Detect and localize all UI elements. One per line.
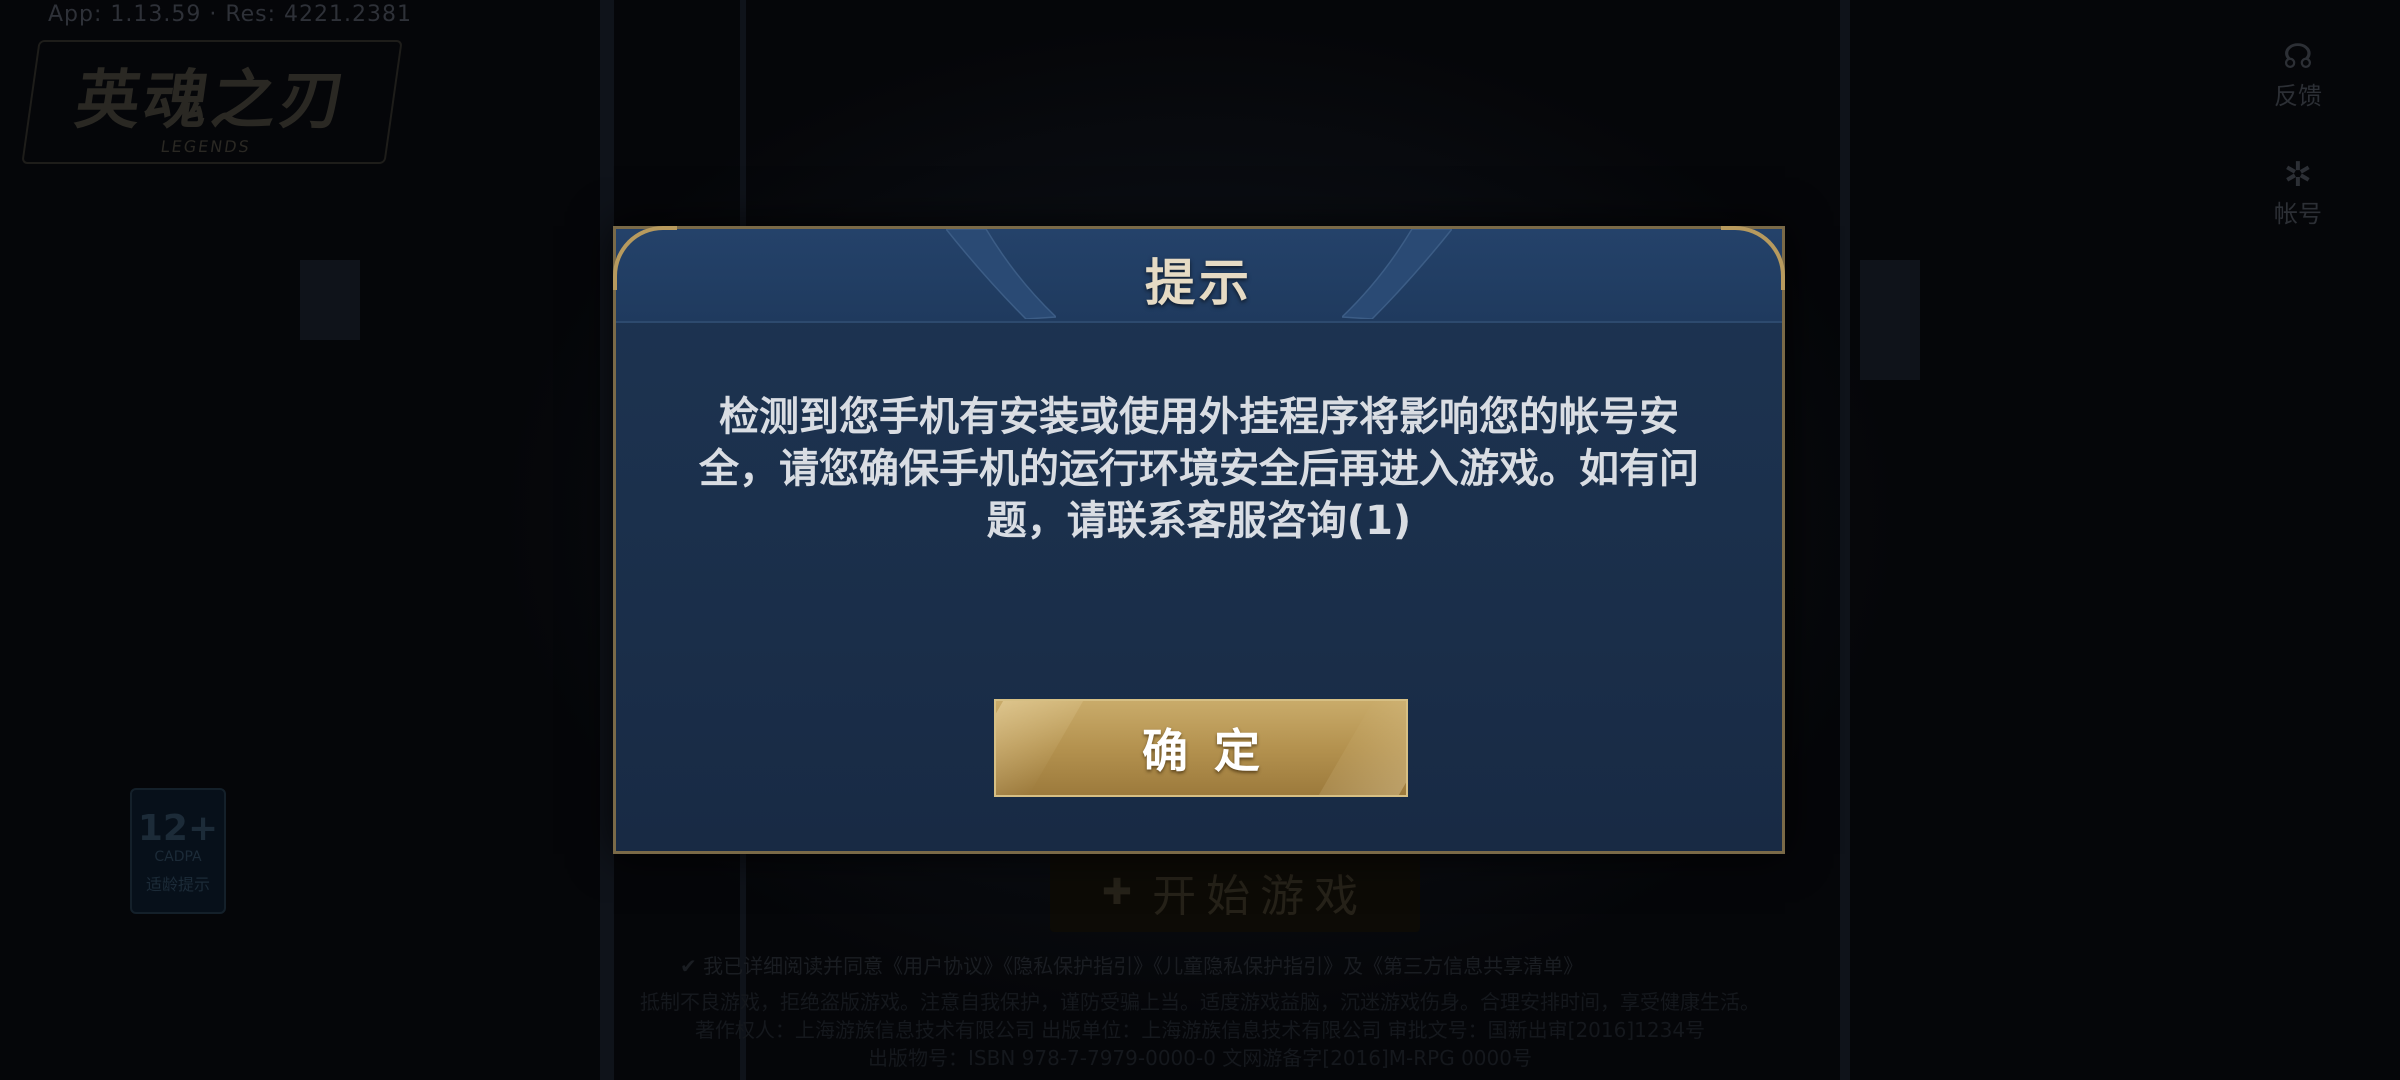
age-rating-badge[interactable]: 12+ CADPA 适龄提示 [130, 788, 226, 914]
agreement-text: 我已详细阅读并同意《用户协议》《隐私保护指引》《儿童隐私保护指引》及《第三方信息… [703, 954, 1584, 978]
background-pillar [600, 0, 614, 1080]
logo-title: 英魂之刃 [71, 62, 354, 138]
alert-dialog: 提示 检测到您手机有安装或使用外挂程序将影响您的帐号安全，请您确保手机的运行环境… [613, 226, 1785, 854]
start-game-button[interactable]: ✚ 开始游戏 [1050, 852, 1420, 932]
age-rating-org: CADPA [154, 849, 202, 865]
fine-print-line: 抵制不良游戏，拒绝盗版游戏。注意自我保护，谨防受骗上当。适度游戏益脑，沉迷游戏伤… [640, 990, 1760, 1014]
feedback-label: 反馈 [2274, 82, 2322, 110]
game-logo: 英魂之刃 LEGENDS [21, 40, 403, 164]
age-rating: 12+ [137, 808, 219, 849]
feedback-button[interactable]: ☊ 反馈 [2268, 38, 2328, 111]
version-text: App: 1.13.59 · Res: 4221.2381 [48, 2, 413, 27]
legal-fine-print: 抵制不良游戏，拒绝盗版游戏。注意自我保护，谨防受骗上当。适度游戏益脑，沉迷游戏伤… [420, 988, 1980, 1072]
headset-icon: ☊ [2282, 37, 2314, 77]
fine-print-line: 著作权人：上海游族信息技术有限公司 出版单位：上海游族信息技术有限公司 审批文号… [694, 1018, 1706, 1042]
dialog-header: 提示 [613, 226, 1785, 323]
fine-print-line: 出版物号：ISBN 978-7-7979-0000-0 文网游备字[2016]M… [868, 1046, 1532, 1070]
button-shine [1318, 701, 1406, 795]
background-ornament [300, 260, 360, 340]
account-label: 帐号 [2274, 200, 2322, 228]
age-rating-label: 适龄提示 [145, 875, 210, 894]
start-game-label: 开始游戏 [1152, 871, 1369, 922]
gear-icon: ✲ [2283, 155, 2313, 195]
dialog-message: 检测到您手机有安装或使用外挂程序将影响您的帐号安全，请您确保手机的运行环境安全后… [699, 394, 1699, 544]
button-shine [996, 701, 1084, 795]
dialog-title: 提示 [1145, 254, 1253, 312]
logo-subtitle: LEGENDS [159, 136, 253, 156]
background-pillar [1840, 0, 1850, 1080]
confirm-button[interactable]: 确定 [994, 699, 1408, 797]
agreement-checkbox-row[interactable]: ✔ 我已详细阅读并同意《用户协议》《隐私保护指引》《儿童隐私保护指引》及《第三方… [680, 950, 1583, 979]
background-ornament [1860, 260, 1920, 380]
account-button[interactable]: ✲ 帐号 [2268, 156, 2328, 229]
checkmark-icon: ✔ [680, 954, 704, 978]
gamepad-icon: ✚ [1101, 871, 1143, 913]
confirm-label: 确定 [1142, 724, 1286, 778]
